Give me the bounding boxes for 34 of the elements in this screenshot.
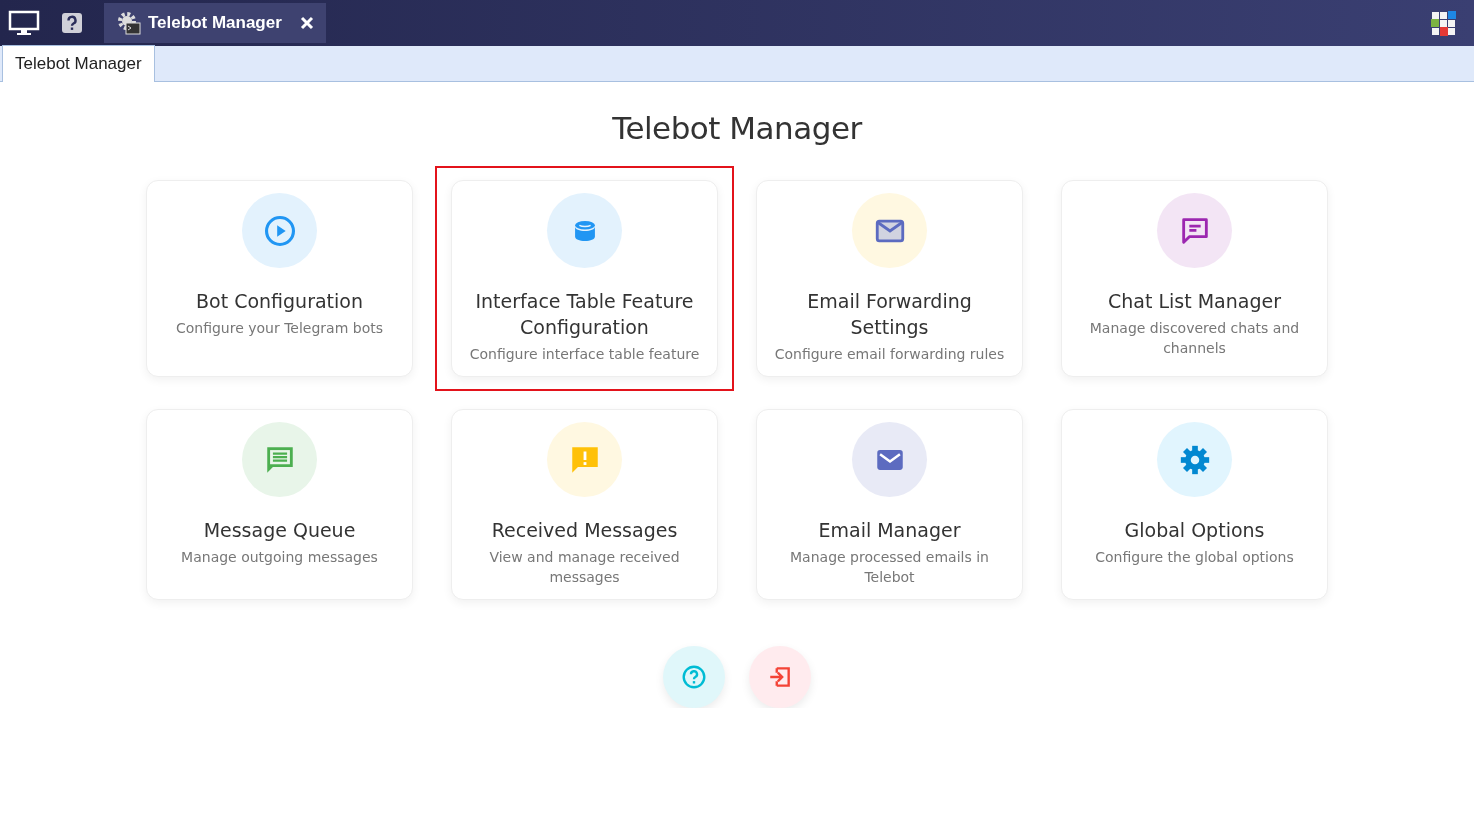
card-title: Email Manager (818, 518, 961, 543)
card-description: Configure interface table feature (469, 345, 700, 364)
card-description: Manage discovered chats and channels (1088, 319, 1301, 358)
page-title: Telebot Manager (612, 110, 862, 146)
help-icon[interactable] (62, 13, 82, 33)
feature-tile[interactable]: Interface Table Feature Configuration Configure interface table feature (435, 166, 734, 391)
card-description: Configure your Telegram bots (175, 319, 384, 338)
feature-tile[interactable]: Email Forwarding Settings Configure email forwarding rules (740, 166, 1039, 391)
card-title: Message Queue (203, 518, 356, 543)
card-description: Configure email forwarding rules (774, 345, 1005, 364)
app-tab[interactable]: Telebot Manager (104, 3, 326, 43)
feature-tile[interactable]: Chat List Manager Manage discovered chats and channels (1045, 166, 1344, 391)
cubes-logo-icon (1428, 8, 1458, 38)
card-description: Manage processed emails in Telebot (789, 548, 990, 587)
card-title: Chat List Manager (1108, 289, 1281, 314)
card-description: View and manage received messages (488, 548, 681, 587)
feature-tile[interactable]: Global Options Configure the global options (1045, 395, 1344, 614)
close-icon[interactable] (299, 16, 314, 30)
feature-tile[interactable]: Message Queue Manage outgoing messages (130, 395, 429, 614)
monitor-icon[interactable] (8, 10, 40, 36)
feature-tile[interactable]: Bot Configuration Configure your Telegram bots (130, 166, 429, 391)
card-title: Received Messages (491, 518, 678, 543)
card-description: Manage outgoing messages (181, 548, 378, 567)
gear-terminal-icon (116, 10, 142, 36)
help-icon (681, 664, 707, 690)
tab[interactable]: Telebot Manager (2, 45, 155, 82)
feature-tile[interactable]: Email Manager Manage processed emails in Telebot (740, 395, 1039, 614)
card-title: Interface Table Feature Configuration (474, 289, 695, 340)
feature-tile[interactable]: Received Messages View and manage received messages (435, 395, 734, 614)
card-title: Bot Configuration (196, 289, 363, 314)
card-title: Email Forwarding Settings (806, 289, 973, 340)
card-title: Global Options (1124, 518, 1265, 543)
sign-in-arrow-icon (767, 664, 793, 690)
card-description: Configure the global options (1095, 548, 1294, 567)
